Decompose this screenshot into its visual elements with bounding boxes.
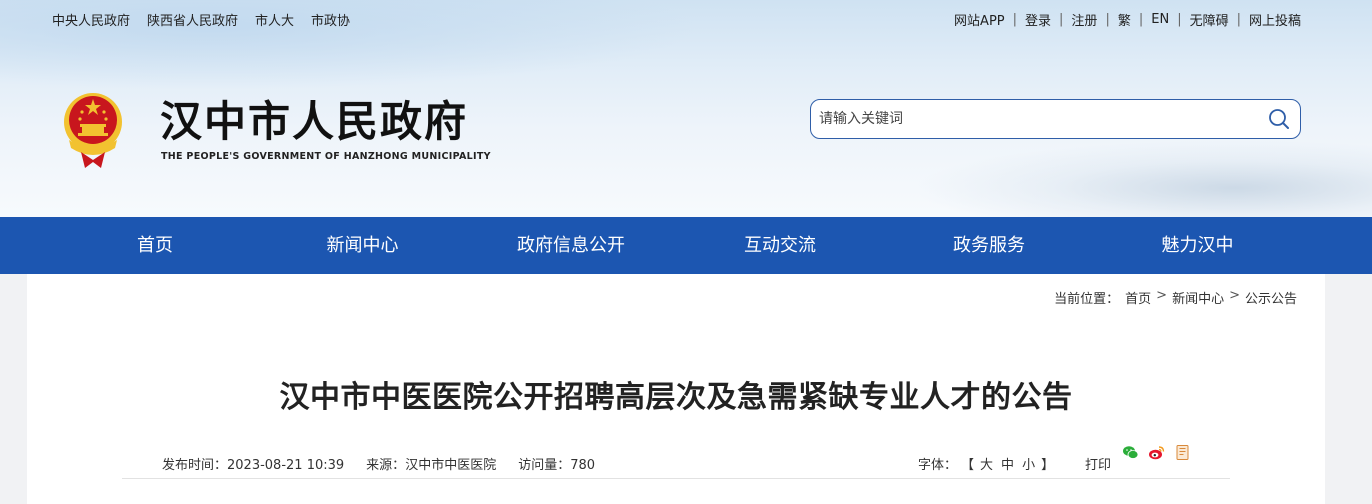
article-title: 汉中市中医医院公开招聘高层次及急需紧缺专业人才的公告 bbox=[279, 380, 1073, 415]
breadcrumb: 当前位置： 首页 > 新闻中心 > 公示公告 bbox=[1054, 288, 1297, 307]
copy-icon[interactable] bbox=[1174, 444, 1191, 461]
source-value: 汉中市中医医院 bbox=[405, 458, 497, 473]
breadcrumb-separator: > bbox=[1229, 288, 1240, 303]
link-app[interactable]: 网站APP bbox=[954, 10, 1005, 29]
font-size-bracket-open: 【 bbox=[961, 458, 975, 473]
breadcrumb-news-center[interactable]: 新闻中心 bbox=[1172, 288, 1224, 307]
nav-charm-hanzhong[interactable]: 魅力汉中 bbox=[1145, 217, 1250, 274]
divider: | bbox=[1059, 12, 1064, 27]
meta-divider bbox=[122, 478, 1230, 479]
link-submit-article[interactable]: 网上投稿 bbox=[1249, 10, 1301, 29]
font-size-large[interactable]: 大 bbox=[980, 454, 993, 473]
nav-news-center[interactable]: 新闻中心 bbox=[310, 217, 415, 274]
font-size-medium[interactable]: 中 bbox=[1001, 454, 1014, 473]
article-meta: 发布时间：2023-08-21 10:39 来源：汉中市中医医院 访问量：780 bbox=[162, 454, 617, 473]
article-source: 来源：汉中市中医医院 bbox=[366, 454, 496, 473]
link-english[interactable]: EN bbox=[1151, 12, 1169, 27]
link-shaanxi-government[interactable]: 陕西省人民政府 bbox=[147, 10, 238, 29]
top-links-left: 中央人民政府 陕西省人民政府 市人大 市政协 bbox=[52, 10, 350, 29]
link-login[interactable]: 登录 bbox=[1025, 10, 1051, 29]
site-header: 中央人民政府 陕西省人民政府 市人大 市政协 网站APP | 登录 | 注册 |… bbox=[0, 0, 1372, 217]
link-city-cppcc[interactable]: 市政协 bbox=[311, 10, 350, 29]
font-size-small[interactable]: 小 bbox=[1022, 454, 1035, 473]
view-count-label: 访问量： bbox=[518, 458, 571, 473]
font-size-label: 字体： bbox=[918, 458, 958, 473]
top-links-right: 网站APP | 登录 | 注册 | 繁 | EN | 无障碍 | 网上投稿 bbox=[954, 10, 1301, 29]
link-central-government[interactable]: 中央人民政府 bbox=[52, 10, 130, 29]
print-button[interactable]: 打印 bbox=[1085, 454, 1111, 473]
source-label: 来源： bbox=[366, 458, 406, 473]
divider: | bbox=[1012, 12, 1018, 27]
breadcrumb-announcements[interactable]: 公示公告 bbox=[1245, 288, 1297, 307]
main-nav: 首页 新闻中心 政府信息公开 互动交流 政务服务 魅力汉中 bbox=[0, 217, 1372, 274]
site-title: 汉中市人民政府 bbox=[160, 97, 469, 146]
article-panel: 当前位置： 首页 > 新闻中心 > 公示公告 汉中市中医医院公开招聘高层次及急需… bbox=[27, 274, 1325, 504]
divider: | bbox=[1236, 12, 1241, 27]
search-box bbox=[810, 99, 1301, 139]
link-register[interactable]: 注册 bbox=[1071, 10, 1097, 29]
site-subtitle: THE PEOPLE'S GOVERNMENT OF HANZHONG MUNI… bbox=[161, 151, 491, 162]
divider: | bbox=[1105, 12, 1110, 27]
publish-time-label: 发布时间： bbox=[162, 458, 228, 473]
publish-time: 发布时间：2023-08-21 10:39 bbox=[162, 454, 344, 473]
search-input[interactable] bbox=[819, 108, 1239, 130]
divider: | bbox=[1138, 12, 1144, 27]
weibo-icon[interactable] bbox=[1148, 444, 1165, 461]
view-count-value: 780 bbox=[570, 458, 596, 473]
nav-interaction[interactable]: 互动交流 bbox=[727, 217, 833, 274]
nav-government-services[interactable]: 政务服务 bbox=[833, 217, 1145, 274]
publish-time-value: 2023-08-21 10:39 bbox=[227, 458, 345, 473]
breadcrumb-home[interactable]: 首页 bbox=[1125, 288, 1151, 307]
national-emblem-icon bbox=[64, 93, 122, 168]
font-size-selector: 字体： 【 大 中 小 】 bbox=[918, 454, 1054, 473]
link-traditional-chinese[interactable]: 繁 bbox=[1118, 10, 1131, 29]
nav-home[interactable]: 首页 bbox=[0, 217, 310, 274]
nav-government-info[interactable]: 政府信息公开 bbox=[415, 217, 727, 274]
font-size-bracket-close: 】 bbox=[1041, 458, 1055, 473]
breadcrumb-label: 当前位置： bbox=[1054, 292, 1120, 307]
breadcrumb-separator: > bbox=[1156, 288, 1168, 303]
link-accessibility[interactable]: 无障碍 bbox=[1190, 10, 1229, 29]
wechat-icon[interactable] bbox=[1122, 444, 1139, 461]
search-icon[interactable] bbox=[1268, 108, 1290, 130]
link-city-npc[interactable]: 市人大 bbox=[255, 10, 294, 29]
view-count: 访问量：780 bbox=[518, 454, 595, 473]
divider: | bbox=[1177, 12, 1182, 27]
